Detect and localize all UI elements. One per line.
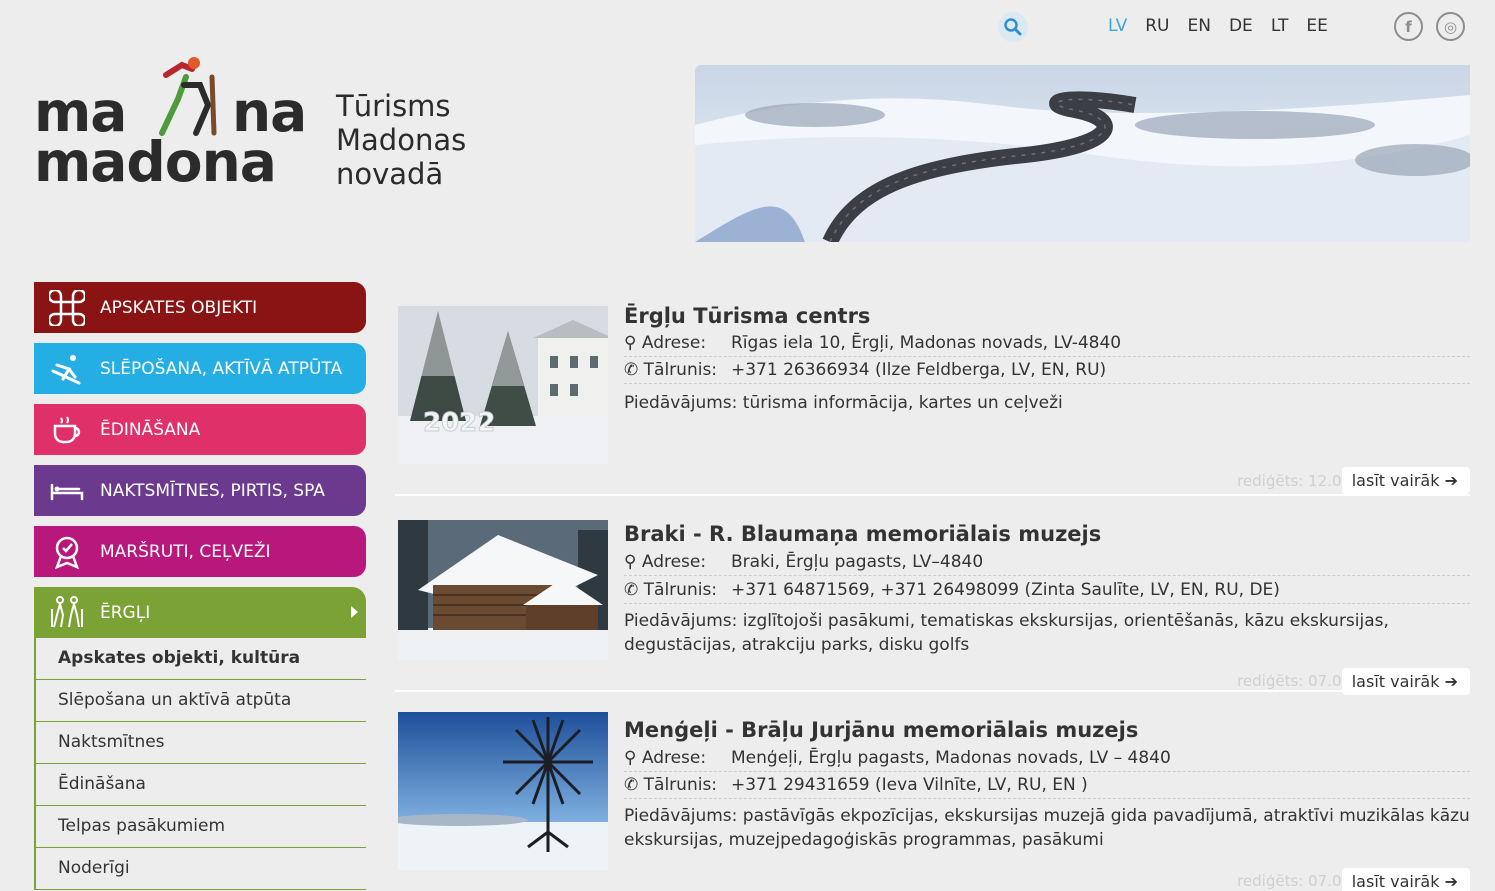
lang-ee[interactable]: EE	[1306, 16, 1327, 36]
phone-row: ✆ Tālrunis: +371 26366934 (Ilze Feldberga…	[624, 357, 1470, 384]
subnav-item-aktiva-atputa[interactable]: Slēpošana un aktīvā atpūta	[36, 680, 366, 722]
subnav-item-apskates[interactable]: Apskates objekti, kultūra	[36, 638, 366, 680]
read-more-button[interactable]: lasīt vairāk ➔	[1341, 467, 1470, 494]
search-button[interactable]	[998, 12, 1028, 42]
coffee-cup-icon	[34, 412, 100, 448]
nav-label: MARŠRUTI, CEĻVEŽI	[100, 541, 271, 562]
address-value: Rīgas iela 10, Ērgļi, Madonas novads, LV…	[731, 333, 1122, 353]
search-icon	[1004, 18, 1022, 36]
logo-tagline: Tūrisms Madonas novadā	[336, 89, 466, 191]
tagline-line: novadā	[336, 157, 444, 191]
lang-ru[interactable]: RU	[1145, 16, 1169, 36]
subnav-item-naktsmitnes[interactable]: Naktsmītnes	[36, 722, 366, 764]
category-sidebar: APSKATES OBJEKTI SLĒPOŠANA, AKTĪVĀ ATPŪT…	[34, 282, 366, 890]
subnav-item-noderigi[interactable]: Noderīgi	[36, 848, 366, 890]
arrow-right-icon: ➔	[1444, 471, 1458, 490]
phone-icon: ✆	[624, 360, 639, 380]
address-label: Adrese:	[641, 552, 707, 572]
read-more-button[interactable]: lasīt vairāk ➔	[1341, 668, 1470, 695]
lang-lt[interactable]: LT	[1271, 16, 1289, 36]
badge-award-icon	[34, 534, 100, 570]
map-marker-icon: ⚲	[624, 552, 637, 572]
nav-label: ĒRGĻI	[100, 602, 151, 623]
address-label: Adrese:	[641, 333, 707, 353]
nav-label: APSKATES OBJEKTI	[100, 297, 258, 318]
hiker-logo-icon	[159, 57, 217, 136]
read-more-label: lasīt vairāk	[1351, 672, 1440, 691]
arrow-right-icon: ➔	[1444, 672, 1458, 691]
lang-en[interactable]: EN	[1188, 16, 1211, 36]
hero-image-winter-road	[695, 65, 1470, 242]
offer-text: Piedāvājums: pastāvīgās ekpozīcijas, eks…	[624, 806, 1470, 850]
nav-marsruti-celvezi[interactable]: MARŠRUTI, CEĻVEŽI	[34, 526, 366, 577]
phone-row: ✆ Tālrunis: +371 64871569, +371 26498099 …	[624, 577, 1470, 604]
read-more-label: lasīt vairāk	[1351, 872, 1440, 891]
subnav-item-edinasana[interactable]: Ēdināšana	[36, 764, 366, 806]
item-photo[interactable]	[398, 712, 608, 870]
nav-naktsmitnes[interactable]: NAKTSMĪTNES, PIRTIS, SPA	[34, 465, 366, 516]
instagram-icon: ◎	[1443, 17, 1458, 36]
list-item: 2022 Ērgļu Tūrisma centrs ⚲ Adrese: Rīgas…	[395, 290, 1470, 496]
nav-edinasana[interactable]: ĒDINĀŠANA	[34, 404, 366, 455]
phone-label: Tālrunis:	[643, 360, 718, 380]
nav-ergli[interactable]: ĒRGĻI	[34, 587, 366, 638]
offer-text: Piedāvājums: izglītojoši pasākumi, temat…	[624, 611, 1389, 655]
logo-text-madona: madona	[34, 130, 277, 194]
skier-icon	[34, 351, 100, 387]
list-item: Braki - R. Blaumaņa memoriālais muzejs ⚲…	[395, 496, 1470, 695]
offer-text: Piedāvājums: tūrisma informācija, kartes…	[624, 393, 1063, 413]
phone-value: +371 29431659 (Ieva Vilnīte, LV, RU, EN …	[731, 775, 1088, 795]
svg-text:2022: 2022	[423, 408, 495, 438]
address-row: ⚲ Adrese: Menģeļi, Ērgļu pagasts, Madonas…	[624, 745, 1470, 772]
chevron-right-icon	[351, 606, 358, 618]
command-knot-icon	[34, 289, 100, 326]
hikers-icon	[34, 595, 100, 631]
phone-icon: ✆	[624, 580, 639, 600]
instagram-link[interactable]: ◎	[1436, 12, 1465, 41]
map-marker-icon: ⚲	[624, 333, 637, 353]
top-bar: LV RU EN DE LT EE f ◎	[0, 12, 1495, 42]
site-logo[interactable]: ma na madona Tūrisms Madonas novadā	[34, 55, 494, 195]
nav-label: NAKTSMĪTNES, PIRTIS, SPA	[100, 480, 325, 501]
read-more-button[interactable]: lasīt vairāk ➔	[1341, 868, 1470, 891]
address-label: Adrese:	[641, 748, 707, 768]
lang-de[interactable]: DE	[1229, 16, 1253, 36]
language-switcher: LV RU EN DE LT EE	[1108, 16, 1328, 36]
phone-label: Tālrunis:	[643, 580, 718, 600]
address-value: Braki, Ērgļu pagasts, LV–4840	[731, 552, 984, 572]
nav-slepošana-aktiva-atputa[interactable]: SLĒPOŠANA, AKTĪVĀ ATPŪTA	[34, 343, 366, 394]
ergli-subnav: Apskates objekti, kultūra Slēpošana un a…	[34, 638, 366, 890]
address-value: Menģeļi, Ērgļu pagasts, Madonas novads, …	[731, 748, 1171, 768]
phone-label: Tālrunis:	[643, 775, 718, 795]
tagline-line: Tūrisms	[336, 89, 451, 123]
phone-row: ✆ Tālrunis: +371 29431659 (Ieva Vilnīte, …	[624, 772, 1470, 799]
item-title[interactable]: Ērgļu Tūrisma centrs	[624, 304, 870, 328]
read-more-label: lasīt vairāk	[1351, 471, 1440, 490]
nav-label: SLĒPOŠANA, AKTĪVĀ ATPŪTA	[100, 358, 343, 379]
phone-icon: ✆	[624, 775, 639, 795]
item-photo[interactable]: 2022	[398, 306, 608, 464]
facebook-icon: f	[1405, 17, 1412, 36]
tagline-line: Madonas	[336, 123, 467, 157]
phone-value: +371 64871569, +371 26498099 (Zinta Saul…	[731, 580, 1280, 600]
address-row: ⚲ Adrese: Rīgas iela 10, Ērgļi, Madonas n…	[624, 330, 1470, 357]
listing: 2022 Ērgļu Tūrisma centrs ⚲ Adrese: Rīgas…	[395, 290, 1470, 891]
map-marker-icon: ⚲	[624, 748, 637, 768]
arrow-right-icon: ➔	[1444, 872, 1458, 891]
item-title[interactable]: Menģeļi - Brāļu Jurjānu memoriālais muze…	[624, 718, 1138, 742]
nav-label: ĒDINĀŠANA	[100, 419, 201, 440]
nav-apskates-objekti[interactable]: APSKATES OBJEKTI	[34, 282, 366, 333]
lang-lv[interactable]: LV	[1108, 16, 1127, 36]
phone-value: +371 26366934 (Ilze Feldberga, LV, EN, R…	[731, 360, 1107, 380]
item-photo[interactable]	[398, 520, 608, 660]
address-row: ⚲ Adrese: Braki, Ērgļu pagasts, LV–4840	[624, 549, 1470, 576]
item-title[interactable]: Braki - R. Blaumaņa memoriālais muzejs	[624, 522, 1101, 546]
subnav-item-telpas[interactable]: Telpas pasākumiem	[36, 806, 366, 848]
facebook-link[interactable]: f	[1394, 12, 1423, 41]
bed-icon	[34, 473, 100, 509]
list-item: Menģeļi - Brāļu Jurjānu memoriālais muze…	[395, 692, 1470, 891]
